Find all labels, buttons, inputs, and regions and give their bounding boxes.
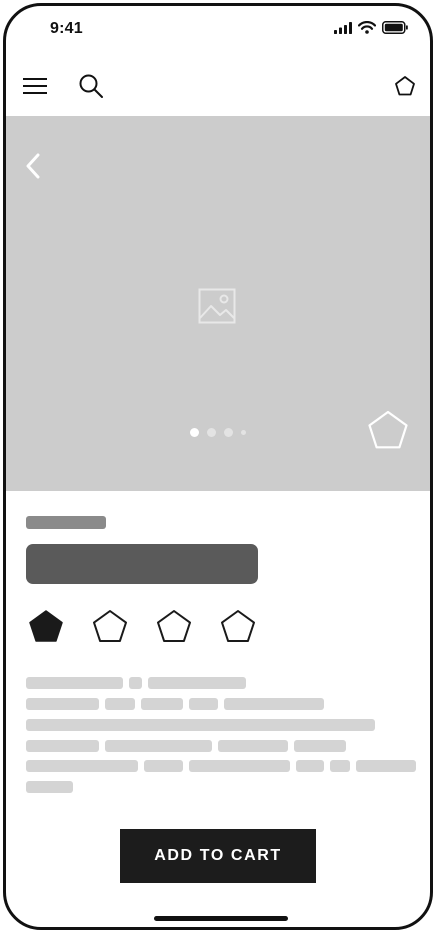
home-indicator bbox=[154, 916, 288, 921]
text-placeholder bbox=[224, 698, 324, 710]
swatch-option[interactable] bbox=[90, 606, 130, 646]
text-placeholder bbox=[189, 698, 218, 710]
menu-icon bbox=[23, 78, 47, 94]
search-icon bbox=[79, 74, 103, 98]
text-placeholder bbox=[296, 760, 324, 772]
text-placeholder bbox=[330, 760, 350, 772]
phone-frame: 9:41 ADD TO CART bbox=[3, 3, 433, 930]
image-icon bbox=[198, 288, 236, 324]
text-placeholder bbox=[26, 781, 73, 793]
carousel-dot[interactable] bbox=[190, 428, 199, 437]
carousel-dot[interactable] bbox=[207, 428, 216, 437]
text-placeholder bbox=[105, 740, 212, 752]
carousel-dot[interactable] bbox=[224, 428, 233, 437]
signal-icon bbox=[334, 21, 352, 34]
text-placeholder bbox=[105, 698, 135, 710]
text-placeholder bbox=[129, 677, 142, 689]
status-bar: 9:41 bbox=[6, 6, 430, 56]
pentagon-outline-icon bbox=[368, 410, 408, 449]
text-placeholder bbox=[26, 677, 123, 689]
product-image-carousel[interactable] bbox=[6, 116, 430, 491]
pentagon-outline-icon bbox=[221, 610, 255, 642]
text-placeholder bbox=[218, 740, 288, 752]
search-button[interactable] bbox=[74, 69, 108, 103]
carousel-indicator bbox=[190, 428, 246, 437]
top-nav bbox=[6, 61, 430, 111]
text-placeholder bbox=[294, 740, 346, 752]
text-placeholder bbox=[356, 760, 416, 772]
battery-icon bbox=[382, 21, 408, 34]
text-placeholder bbox=[189, 760, 290, 772]
text-placeholder bbox=[26, 698, 99, 710]
text-placeholder bbox=[26, 719, 375, 731]
favorite-button[interactable] bbox=[366, 408, 410, 452]
product-label-placeholder bbox=[26, 516, 106, 529]
product-title-placeholder bbox=[26, 544, 258, 584]
wifi-icon bbox=[358, 21, 376, 34]
status-time: 9:41 bbox=[50, 20, 83, 37]
pentagon-outline-icon bbox=[93, 610, 127, 642]
swatch-option[interactable] bbox=[154, 606, 194, 646]
chevron-left-icon bbox=[26, 153, 40, 179]
text-placeholder bbox=[141, 698, 183, 710]
pentagon-filled-icon bbox=[29, 610, 63, 642]
text-placeholder bbox=[26, 760, 138, 772]
status-icons bbox=[334, 21, 408, 34]
swatch-option[interactable] bbox=[26, 606, 66, 646]
swatch-option[interactable] bbox=[218, 606, 258, 646]
swatch-group bbox=[26, 606, 266, 646]
carousel-dot[interactable] bbox=[241, 430, 246, 435]
menu-button[interactable] bbox=[18, 69, 52, 103]
text-placeholder bbox=[26, 740, 99, 752]
bag-button[interactable] bbox=[388, 69, 422, 103]
pentagon-icon bbox=[395, 76, 415, 96]
text-placeholder bbox=[144, 760, 183, 772]
back-button[interactable] bbox=[18, 146, 48, 186]
add-to-cart-button[interactable]: ADD TO CART bbox=[120, 829, 316, 883]
pentagon-outline-icon bbox=[157, 610, 191, 642]
text-placeholder bbox=[148, 677, 246, 689]
